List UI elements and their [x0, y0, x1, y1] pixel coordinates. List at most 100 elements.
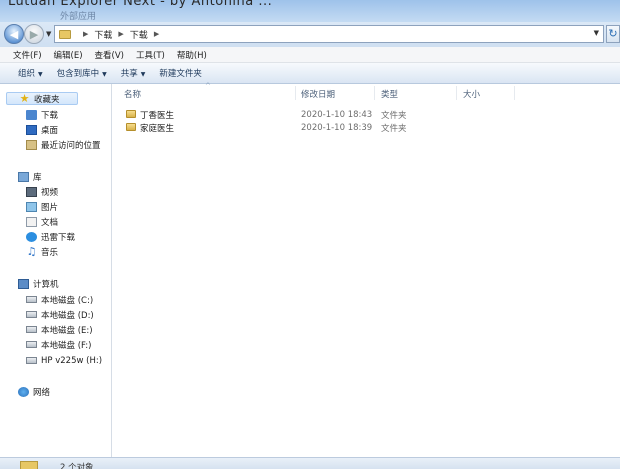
column-divider[interactable] — [295, 86, 296, 100]
menu-file[interactable]: 文件(F) — [13, 49, 42, 61]
file-name: 家庭医生 — [140, 123, 175, 134]
recent-places-icon — [26, 139, 37, 150]
nav-item-label: 音乐 — [41, 247, 59, 258]
window-title: Lutuan Explorer Next - by Antonina ... — [8, 0, 273, 9]
address-dropdown[interactable]: ▼ — [594, 29, 599, 37]
menu-tools[interactable]: 工具(T) — [136, 49, 165, 61]
file-list-pane: 名称 ^ 修改日期 类型 大小 丁香医生 2020-1-10 18:43 文件夹… — [112, 82, 620, 457]
document-icon — [26, 216, 37, 227]
back-button[interactable]: ◀ — [4, 24, 24, 44]
nav-network[interactable]: 网络 — [18, 385, 50, 398]
navigation-pane: ★ 收藏夹 下载 桌面 最近访问的位置 库 视频 图片 文档 迅雷下载 ♫ 音乐… — [0, 84, 112, 457]
music-icon: ♫ — [26, 244, 37, 258]
column-header-modified[interactable]: 修改日期 — [301, 88, 335, 100]
refresh-button[interactable]: ↻ — [606, 25, 620, 43]
nav-item-label: 文档 — [41, 217, 59, 228]
nav-item-desktop[interactable]: 桌面 — [26, 123, 58, 136]
recent-pages-dropdown[interactable]: ▼ — [46, 30, 51, 38]
new-folder-button[interactable]: 新建文件夹 — [159, 67, 202, 79]
arrow-left-icon: ◀ — [9, 27, 19, 41]
column-header-name[interactable]: 名称 — [124, 88, 141, 100]
column-header-type[interactable]: 类型 — [381, 88, 398, 100]
chevron-down-icon: ▼ — [102, 71, 107, 78]
thunder-icon — [26, 231, 37, 242]
file-type: 文件夹 — [381, 123, 407, 134]
nav-favorites[interactable]: ★ 收藏夹 — [6, 92, 78, 105]
menu-help[interactable]: 帮助(H) — [177, 49, 207, 61]
folder-icon — [126, 123, 136, 131]
sort-ascending-icon: ^ — [205, 82, 211, 90]
nav-favorites-label: 收藏夹 — [34, 94, 60, 105]
file-row[interactable]: 丁香医生 2020-1-10 18:43 文件夹 — [124, 108, 424, 121]
breadcrumb-downloads-parent[interactable]: 下载 — [94, 28, 112, 41]
include-in-library-button[interactable]: 包含到库中 ▼ — [57, 67, 107, 79]
chevron-down-icon: ▼ — [140, 71, 146, 78]
nav-item-videos[interactable]: 视频 — [26, 185, 58, 198]
column-divider[interactable] — [514, 86, 515, 100]
nav-item-drive-f[interactable]: 本地磁盘 (F:) — [26, 338, 91, 351]
menu-view[interactable]: 查看(V) — [95, 49, 124, 61]
usb-drive-icon — [26, 357, 37, 364]
download-folder-icon — [26, 109, 37, 120]
column-header-size[interactable]: 大小 — [463, 88, 480, 100]
column-divider[interactable] — [456, 86, 457, 100]
nav-item-label: 下载 — [41, 110, 59, 121]
refresh-icon: ↻ — [608, 27, 618, 40]
file-modified: 2020-1-10 18:39 — [301, 122, 373, 133]
nav-item-label: 最近访问的位置 — [41, 140, 101, 151]
chevron-down-icon: ▼ — [38, 71, 43, 78]
share-label: 共享 — [120, 69, 138, 79]
window-subtitle: 外部应用 — [60, 12, 97, 22]
share-button[interactable]: 共享 ▼ — [121, 67, 146, 79]
nav-computer-label: 计算机 — [33, 279, 59, 290]
nav-item-drive-e[interactable]: 本地磁盘 (E:) — [26, 323, 93, 336]
forward-button[interactable]: ▶ — [24, 24, 44, 44]
folder-icon — [20, 461, 38, 469]
hard-disk-icon — [26, 326, 37, 333]
chevron-right-icon[interactable]: ▶ — [83, 30, 88, 38]
nav-item-drive-d[interactable]: 本地磁盘 (D:) — [26, 308, 94, 321]
organize-button[interactable]: 组织 ▼ — [18, 67, 43, 79]
star-icon: ★ — [19, 91, 30, 105]
command-toolbar: 组织 ▼ 包含到库中 ▼ 共享 ▼ 新建文件夹 — [0, 63, 620, 84]
video-icon — [26, 186, 37, 197]
nav-item-thunder-downloads[interactable]: 迅雷下载 — [26, 230, 75, 243]
file-modified: 2020-1-10 18:43 — [301, 109, 373, 120]
nav-item-label: 本地磁盘 (E:) — [41, 325, 93, 336]
library-icon — [18, 171, 29, 182]
nav-item-label: 本地磁盘 (C:) — [41, 295, 94, 306]
nav-item-label: 本地磁盘 (F:) — [41, 340, 92, 351]
nav-item-pictures[interactable]: 图片 — [26, 200, 58, 213]
file-row[interactable]: 家庭医生 2020-1-10 18:39 文件夹 — [124, 121, 424, 134]
nav-item-drive-c[interactable]: 本地磁盘 (C:) — [26, 293, 93, 306]
status-item-count: 2 个对象 — [60, 463, 94, 469]
nav-libraries-label: 库 — [33, 172, 42, 183]
folder-icon — [59, 29, 71, 39]
nav-item-label: 迅雷下载 — [41, 232, 76, 243]
nav-item-music[interactable]: ♫ 音乐 — [26, 245, 58, 258]
arrow-right-icon: ▶ — [29, 27, 39, 41]
nav-item-drive-h[interactable]: HP v225w (H:) — [26, 354, 102, 367]
menu-edit[interactable]: 编辑(E) — [54, 49, 83, 61]
file-name: 丁香医生 — [140, 110, 175, 121]
address-row: ◀ ▶ ▼ ▶ 下载 ▶ 下载 ▶ ▼ ↻ — [0, 22, 620, 47]
nav-libraries[interactable]: 库 — [18, 170, 42, 183]
picture-icon — [26, 201, 37, 212]
nav-network-label: 网络 — [33, 387, 51, 398]
breadcrumb-downloads[interactable]: 下载 — [130, 28, 148, 41]
menu-bar: 文件(F) 编辑(E) 查看(V) 工具(T) 帮助(H) — [0, 47, 620, 63]
organize-label: 组织 — [18, 69, 36, 79]
include-in-library-label: 包含到库中 — [56, 69, 100, 79]
address-bar[interactable]: ▶ 下载 ▶ 下载 ▶ ▼ — [54, 25, 604, 43]
nav-computer[interactable]: 计算机 — [18, 277, 59, 290]
nav-item-recent-places[interactable]: 最近访问的位置 — [26, 138, 101, 151]
nav-item-downloads[interactable]: 下载 — [26, 108, 58, 121]
nav-item-documents[interactable]: 文档 — [26, 215, 58, 228]
nav-item-label: HP v225w (H:) — [41, 355, 103, 366]
chevron-right-icon[interactable]: ▶ — [118, 30, 123, 38]
hard-disk-icon — [26, 296, 37, 303]
column-divider[interactable] — [374, 86, 375, 100]
file-type: 文件夹 — [381, 110, 407, 121]
nav-item-label: 本地磁盘 (D:) — [41, 310, 94, 321]
chevron-right-icon[interactable]: ▶ — [154, 30, 159, 38]
